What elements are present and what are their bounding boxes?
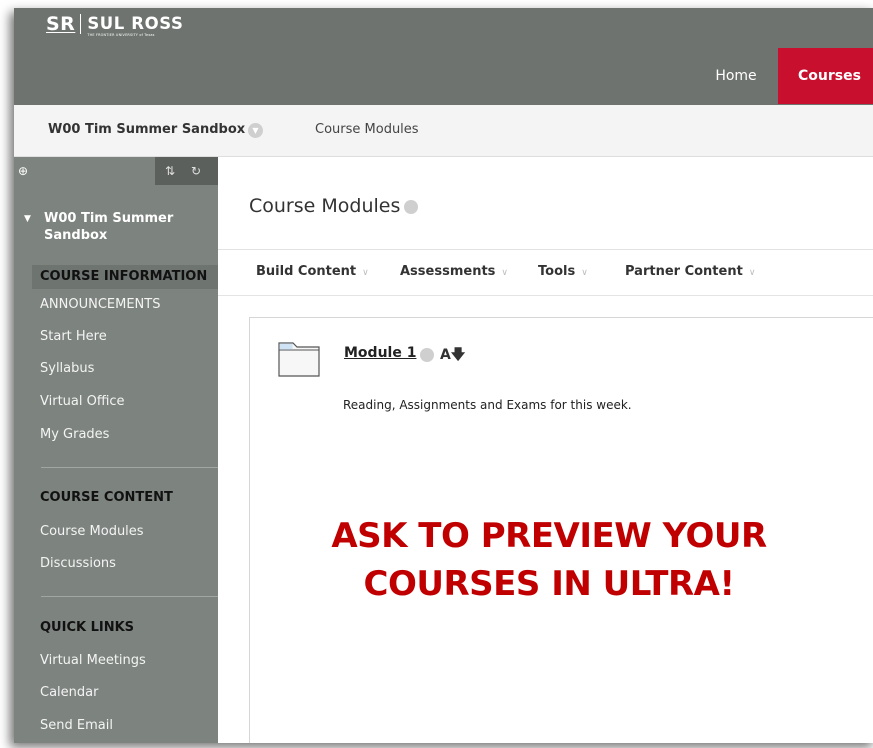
- sidebar-item-send-email[interactable]: Send Email: [40, 718, 113, 733]
- breadcrumb-chevron-icon[interactable]: ▼: [248, 123, 263, 138]
- module-chevron-icon[interactable]: [420, 348, 434, 362]
- collapse-caret-icon[interactable]: ▼: [24, 211, 31, 228]
- partner-content-menu[interactable]: Partner Content ∨: [625, 264, 755, 279]
- page-title-chevron-icon[interactable]: [404, 199, 419, 214]
- chevron-down-icon: ∨: [581, 268, 588, 278]
- sidebar-item-discussions[interactable]: Discussions: [40, 556, 116, 571]
- sidebar-item-virtual-meetings[interactable]: Virtual Meetings: [40, 653, 146, 668]
- sidebar-item-calendar[interactable]: Calendar: [40, 685, 98, 700]
- breadcrumb-current: Course Modules: [315, 122, 419, 137]
- course-menu: ⊕ ⇅ ↻ ▼ W00 Tim Summer Sandbox COURSE IN…: [14, 157, 218, 743]
- reorder-icon[interactable]: ⇅: [165, 157, 175, 185]
- module-1-link[interactable]: Module 1: [344, 345, 416, 361]
- chevron-down-icon: ∨: [362, 268, 369, 278]
- sidebar-item-my-grades[interactable]: My Grades: [40, 427, 109, 442]
- sidebar-header-quick-links[interactable]: QUICK LINKS: [40, 620, 134, 635]
- folder-icon: [278, 342, 320, 377]
- top-header: SR SUL ROSS THE FRONTIER UNIVERSITY of T…: [14, 8, 873, 105]
- sidebar-item-start-here[interactable]: Start Here: [40, 329, 107, 344]
- logo-tagline: THE FRONTIER UNIVERSITY of Texas: [87, 33, 155, 37]
- logo-sr-mark: SR: [46, 14, 82, 34]
- sidebar-header-course-content[interactable]: COURSE CONTENT: [40, 490, 173, 505]
- logo-name: SUL ROSS: [87, 14, 184, 33]
- refresh-icon[interactable]: ↻: [191, 157, 201, 185]
- chevron-down-icon: ∨: [501, 268, 508, 278]
- sidebar-item-syllabus[interactable]: Syllabus: [40, 361, 94, 376]
- sidebar-item-course-modules[interactable]: Course Modules: [40, 524, 144, 539]
- chevron-down-icon: ∨: [748, 268, 756, 278]
- breadcrumb-course-link[interactable]: W00 Tim Summer Sandbox: [48, 122, 245, 137]
- add-menu-item-icon[interactable]: ⊕: [14, 157, 32, 185]
- course-menu-toolbar: ⊕ ⇅ ↻: [14, 157, 218, 185]
- tools-menu[interactable]: Tools ∨: [538, 264, 588, 279]
- page-title: Course Modules: [249, 195, 419, 217]
- nav-tab-courses[interactable]: Courses: [778, 48, 873, 104]
- sidebar-divider: [41, 467, 218, 468]
- breadcrumb: W00 Tim Summer Sandbox ▼ Course Modules: [14, 105, 873, 157]
- browser-frame: SR SUL ROSS THE FRONTIER UNIVERSITY of T…: [14, 8, 873, 743]
- build-content-menu[interactable]: Build Content ∨: [256, 264, 369, 279]
- sidebar-header-course-information[interactable]: COURSE INFORMATION: [32, 265, 218, 289]
- sidebar-item-announcements[interactable]: ANNOUNCEMENTS: [40, 297, 160, 312]
- sul-ross-logo[interactable]: SR SUL ROSS THE FRONTIER UNIVERSITY of T…: [46, 14, 183, 38]
- sidebar-item-virtual-office[interactable]: Virtual Office: [40, 394, 125, 409]
- action-bar: Build Content ∨ Assessments ∨ Tools ∨ Partn…: [218, 250, 873, 296]
- sidebar-divider: [41, 596, 218, 597]
- nav-tab-home[interactable]: Home: [704, 48, 768, 104]
- adaptive-release-icon[interactable]: A🡇: [440, 344, 465, 368]
- module-description: Reading, Assignments and Exams for this …: [343, 398, 632, 412]
- assessments-menu[interactable]: Assessments ∨: [400, 264, 508, 279]
- ultra-preview-banner: ASK TO PREVIEW YOUR COURSES IN ULTRA!: [331, 516, 767, 604]
